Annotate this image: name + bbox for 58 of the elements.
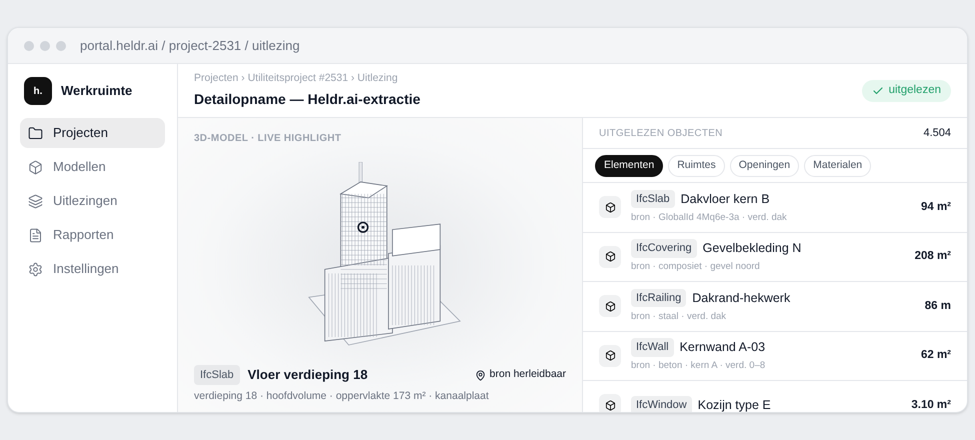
sidebar-item[interactable]: Instellingen bbox=[20, 254, 165, 284]
object-value: 62 m² bbox=[920, 348, 951, 364]
object-meta: bron · GlobalId 4Mq6e-3a · verd. dak bbox=[631, 210, 788, 224]
type-tag: IfcCovering bbox=[631, 239, 697, 258]
settings-icon bbox=[28, 262, 43, 276]
page-title: Detailopname — Heldr.ai-extractie bbox=[194, 90, 420, 110]
location-pin-icon bbox=[474, 370, 486, 380]
filter-tab[interactable]: Materialen bbox=[804, 154, 872, 176]
objects-count: 4.504 bbox=[923, 126, 951, 141]
object-name: Kozijn type E bbox=[698, 396, 771, 412]
filter-tab[interactable]: Elementen bbox=[595, 154, 664, 176]
object-name: Gevelbekleding N bbox=[702, 240, 802, 258]
object-name: Dakrand-hekwerk bbox=[692, 290, 790, 307]
workspace-name: Werkruimte bbox=[61, 82, 132, 100]
cube-icon bbox=[604, 202, 616, 213]
object-value: 3.10 m² bbox=[911, 398, 951, 412]
object-row[interactable]: IfcRailing Dakrand-hekwerk bron · staal · verd. dak 86 m bbox=[583, 282, 967, 332]
address-text: portal.heldr.ai / project-2531 / uitlezing bbox=[80, 36, 300, 55]
breadcrumb: Projecten › Utiliteitsproject #2531 › Uitlezing bbox=[194, 70, 399, 86]
layers-icon bbox=[28, 194, 43, 208]
object-row[interactable]: IfcSlab Dakvloer kern B bron · GlobalId 4Mq6e-3a · verd. dak 94 m² bbox=[583, 183, 967, 232]
sidebar-item[interactable]: Projecten bbox=[20, 118, 165, 148]
object-name: Kernwand A-03 bbox=[680, 339, 766, 356]
type-tag: IfcSlab bbox=[631, 190, 675, 208]
object-row[interactable]: IfcCovering Gevelbekleding N bron · composiet · gevel noord 208 m² bbox=[583, 232, 967, 282]
type-tag: IfcWindow bbox=[631, 396, 692, 412]
object-row[interactable]: IfcWindow Kozijn type E 3.10 m² bbox=[583, 381, 967, 412]
object-row[interactable]: IfcWall Kernwand A-03 bron · beton · kern A · verd. 0–8 62 m² bbox=[583, 332, 967, 381]
document-icon bbox=[28, 228, 43, 242]
folder-icon bbox=[28, 126, 43, 140]
selection-details: verdieping 18 · hoofdvolume · oppervlakte 173 m² · kanaalplaat bbox=[194, 389, 490, 404]
type-tag: IfcSlab bbox=[194, 364, 240, 386]
status-badge: uitgelezen bbox=[862, 80, 951, 102]
selection-name: Vloer verdieping 18 bbox=[248, 366, 368, 384]
object-meta: bron · staal · verd. dak bbox=[631, 310, 728, 324]
logo[interactable]: h. bbox=[24, 77, 52, 105]
object-meta: bron · beton · kern A · verd. 0–8 bbox=[631, 359, 766, 373]
filter-tab[interactable]: Ruimtes bbox=[668, 154, 725, 176]
cube-icon bbox=[604, 251, 616, 262]
filter-tab[interactable]: Openingen bbox=[730, 154, 800, 176]
objects-heading: UITGELEZEN OBJECTEN bbox=[599, 126, 723, 140]
sidebar-item[interactable]: Rapporten bbox=[20, 220, 165, 250]
type-tag: IfcWall bbox=[631, 338, 674, 357]
cube-icon bbox=[604, 400, 616, 411]
cube-icon bbox=[604, 350, 616, 362]
sidebar-item[interactable]: Uitlezingen bbox=[20, 186, 165, 216]
object-value: 94 m² bbox=[920, 200, 951, 215]
sidebar-item[interactable]: Modellen bbox=[20, 152, 165, 182]
object-meta: bron · composiet · gevel noord bbox=[631, 260, 761, 274]
type-tag: IfcRailing bbox=[631, 288, 686, 308]
object-name: Dakvloer kern B bbox=[680, 190, 770, 208]
cube-icon bbox=[28, 160, 43, 174]
viewer-label: 3D-MODEL · LIVE HIGHLIGHT bbox=[194, 132, 342, 146]
object-value: 208 m² bbox=[914, 249, 951, 264]
object-value: 86 m bbox=[924, 298, 951, 314]
cube-icon bbox=[604, 300, 616, 312]
check-icon bbox=[872, 84, 884, 96]
source-label: bron herleidbaar bbox=[474, 367, 566, 383]
